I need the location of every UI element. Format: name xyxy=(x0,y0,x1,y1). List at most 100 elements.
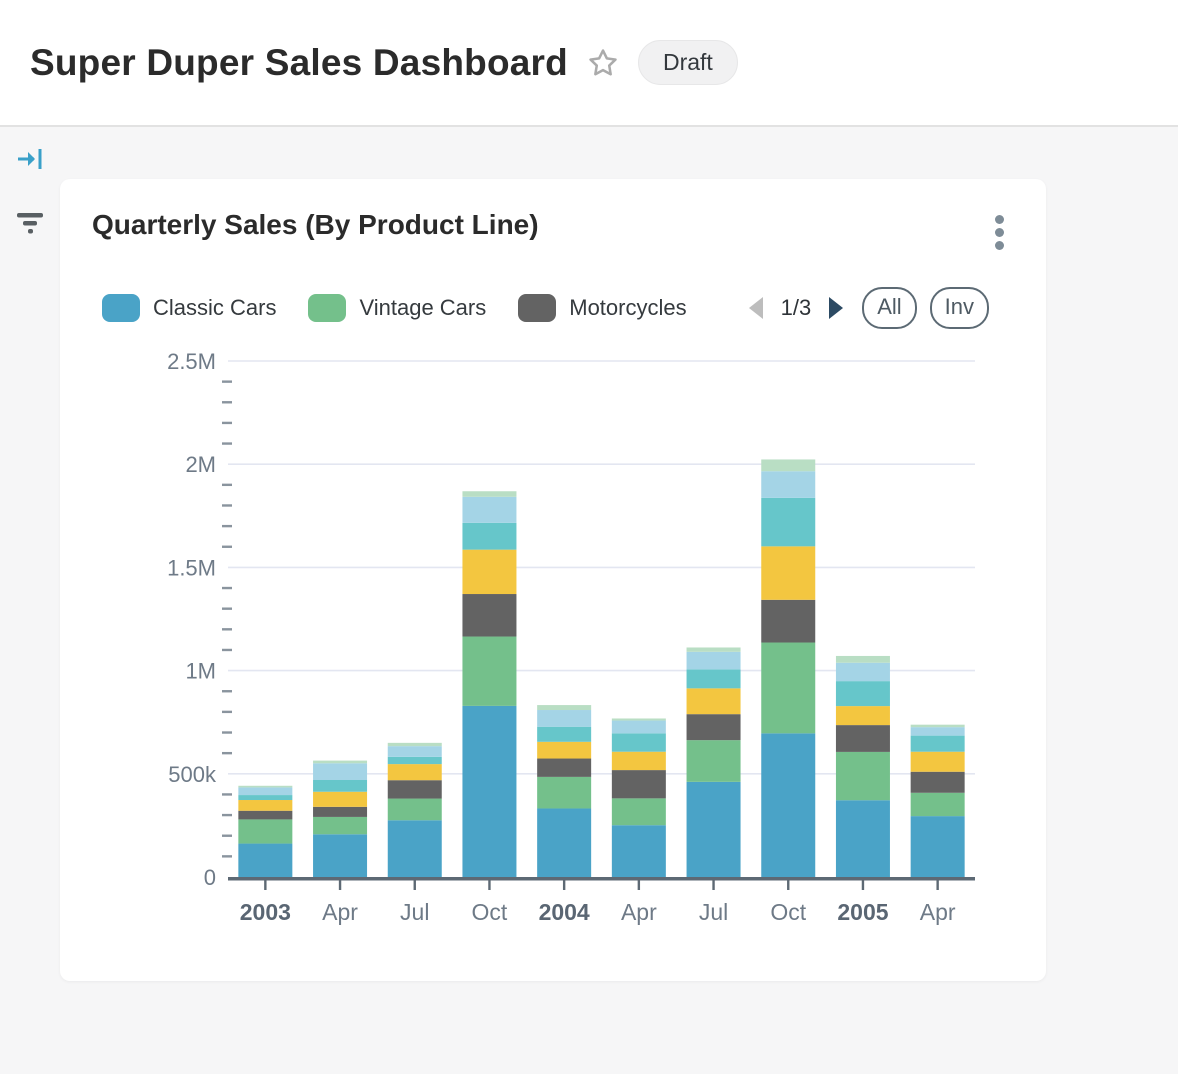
bar-segment[interactable] xyxy=(238,819,292,843)
bar-segment[interactable] xyxy=(462,491,516,497)
bar-segment[interactable] xyxy=(537,705,591,710)
bar-segment[interactable] xyxy=(612,770,666,798)
select-all-button[interactable]: All xyxy=(862,287,916,329)
x-axis-tick-label: Apr xyxy=(920,899,956,925)
bar-segment[interactable] xyxy=(313,780,367,792)
bar-segment[interactable] xyxy=(537,759,591,777)
bar-segment[interactable] xyxy=(462,523,516,550)
bar-segment[interactable] xyxy=(761,546,815,599)
bar-segment[interactable] xyxy=(313,807,367,817)
bar-segment[interactable] xyxy=(911,816,965,877)
legend-next-arrow[interactable] xyxy=(823,293,849,323)
bar-segment[interactable] xyxy=(612,752,666,770)
bar-segment[interactable] xyxy=(388,743,442,746)
bar-segment[interactable] xyxy=(537,808,591,877)
bar-segment[interactable] xyxy=(238,844,292,877)
bar-segment[interactable] xyxy=(911,793,965,816)
bar-segment[interactable] xyxy=(761,459,815,471)
bar-segment[interactable] xyxy=(313,792,367,807)
bar-segment[interactable] xyxy=(462,550,516,594)
bar-segment[interactable] xyxy=(238,795,292,800)
bar-segment[interactable] xyxy=(687,740,741,782)
bar-segment[interactable] xyxy=(462,497,516,523)
card-menu-button[interactable] xyxy=(989,209,1010,256)
y-axis-tick-label: 1.5M xyxy=(167,555,216,580)
bar-segment[interactable] xyxy=(836,706,890,725)
bar-segment[interactable] xyxy=(313,817,367,834)
bar-segment[interactable] xyxy=(462,706,516,877)
bar-segment[interactable] xyxy=(388,757,442,764)
bar-segment[interactable] xyxy=(911,725,965,727)
stacked-bar-chart[interactable]: 0500k1M1.5M2M2.5M2003AprJulOct2004AprJul… xyxy=(60,338,1046,938)
bar-segment[interactable] xyxy=(911,752,965,772)
bar-segment[interactable] xyxy=(537,710,591,727)
legend-item-motorcycles[interactable]: Motorcycles xyxy=(518,294,686,322)
bar-segment[interactable] xyxy=(761,498,815,547)
bar-segment[interactable] xyxy=(238,811,292,820)
chart-card: Quarterly Sales (By Product Line) Classi… xyxy=(60,179,1046,981)
collapse-panel-button[interactable] xyxy=(11,141,49,177)
bar-segment[interactable] xyxy=(761,471,815,498)
bar-segment[interactable] xyxy=(761,643,815,734)
bar-segment[interactable] xyxy=(238,800,292,811)
bar-segment[interactable] xyxy=(911,736,965,752)
bar-segment[interactable] xyxy=(537,727,591,742)
bar-segment[interactable] xyxy=(687,782,741,877)
bar-segment[interactable] xyxy=(911,727,965,735)
bar-segment[interactable] xyxy=(761,600,815,643)
bar-segment[interactable] xyxy=(761,733,815,877)
bar-segment[interactable] xyxy=(687,688,741,714)
bar-segment[interactable] xyxy=(687,714,741,740)
bar-segment[interactable] xyxy=(238,786,292,788)
bar-segment[interactable] xyxy=(612,718,666,720)
filter-icon xyxy=(14,211,46,235)
bar-segment[interactable] xyxy=(687,669,741,688)
favorite-button[interactable] xyxy=(586,46,620,80)
y-axis-tick-label: 0 xyxy=(204,865,216,890)
bar-segment[interactable] xyxy=(388,764,442,780)
x-axis-tick-label: Oct xyxy=(770,899,806,925)
legend-prev-arrow[interactable] xyxy=(743,293,769,323)
legend-row: Classic CarsVintage CarsMotorcycles 1/3 … xyxy=(60,290,1046,326)
bar-segment[interactable] xyxy=(612,721,666,734)
bar-segment[interactable] xyxy=(388,799,442,821)
bar-segment[interactable] xyxy=(836,663,890,681)
x-axis-tick-label: Jul xyxy=(400,899,429,925)
bar-segment[interactable] xyxy=(388,746,442,757)
bar-segment[interactable] xyxy=(836,800,890,877)
invert-selection-button[interactable]: Inv xyxy=(930,287,989,329)
x-axis-tick-label: 2004 xyxy=(539,899,590,925)
legend-item-vintage-cars[interactable]: Vintage Cars xyxy=(308,294,486,322)
bar-segment[interactable] xyxy=(911,772,965,793)
bar-segment[interactable] xyxy=(537,742,591,759)
bar-segment[interactable] xyxy=(687,652,741,670)
bar-segment[interactable] xyxy=(836,752,890,800)
legend-swatch xyxy=(518,294,556,322)
bar-segment[interactable] xyxy=(462,637,516,706)
triangle-left-icon xyxy=(745,295,767,321)
bar-segment[interactable] xyxy=(388,780,442,798)
bar-segment[interactable] xyxy=(612,798,666,825)
legend-swatch xyxy=(308,294,346,322)
bar-segment[interactable] xyxy=(313,834,367,877)
bar-segment[interactable] xyxy=(687,647,741,651)
kebab-menu-icon xyxy=(995,215,1004,250)
bar-segment[interactable] xyxy=(313,763,367,780)
bar-segment[interactable] xyxy=(836,656,890,663)
bar-segment[interactable] xyxy=(388,820,442,877)
bar-segment[interactable] xyxy=(836,681,890,706)
legend-label: Classic Cars xyxy=(153,295,276,321)
bar-segment[interactable] xyxy=(313,761,367,764)
bar-segment[interactable] xyxy=(612,825,666,877)
bar-segment[interactable] xyxy=(537,777,591,809)
x-axis-tick-label: Apr xyxy=(322,899,358,925)
bar-segment[interactable] xyxy=(238,787,292,795)
bar-segment[interactable] xyxy=(612,733,666,751)
legend-item-classic-cars[interactable]: Classic Cars xyxy=(102,294,276,322)
bar-segment[interactable] xyxy=(462,594,516,637)
y-axis-tick-label: 2.5M xyxy=(167,349,216,374)
side-rail xyxy=(0,141,60,239)
filter-button[interactable] xyxy=(10,207,50,239)
dashboard-body: Quarterly Sales (By Product Line) Classi… xyxy=(0,127,1178,1074)
bar-segment[interactable] xyxy=(836,725,890,752)
